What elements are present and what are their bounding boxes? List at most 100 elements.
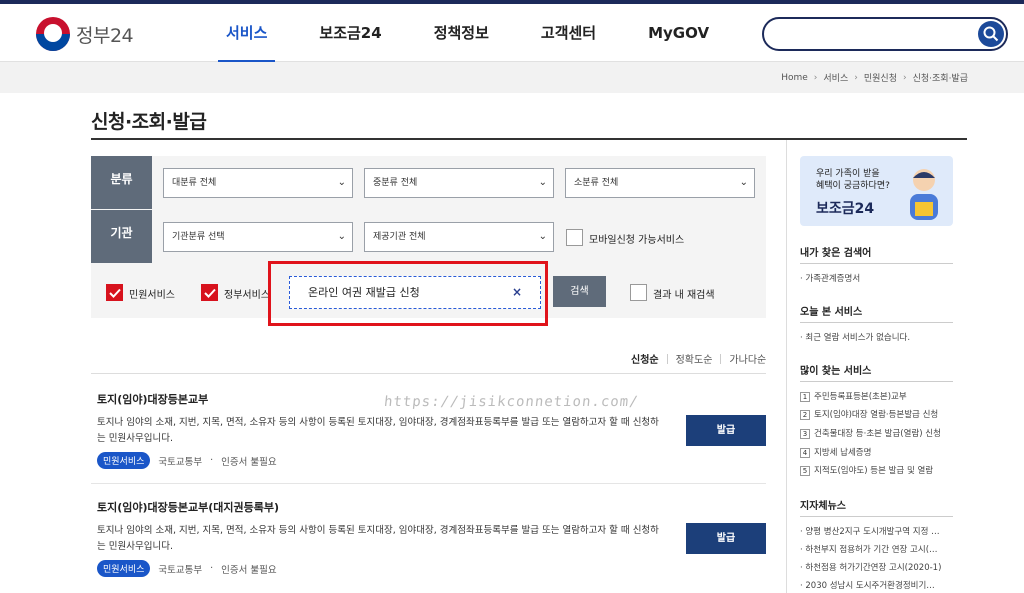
gov-service-label: 정부서비스 [224, 290, 270, 301]
chevron-right-icon: › [854, 72, 858, 83]
divider [666, 353, 668, 364]
popular-item[interactable]: 2 토지(임야)대장 열람·등본발급 신청 [800, 408, 953, 420]
popular-item[interactable]: 1 주민등록표등본(초본)교부 [800, 390, 953, 402]
agency-type-select[interactable]: 기관분류 선택 ⌄ [163, 222, 353, 252]
separator-dot: · [210, 455, 214, 466]
civil-service-checkbox[interactable] [106, 284, 123, 301]
separator-dot: · [210, 563, 214, 574]
breadcrumb-service[interactable]: 서비스 [823, 71, 848, 84]
divider [800, 322, 953, 323]
select-value: 중분류 전체 [373, 178, 418, 188]
nav-mygov[interactable]: MyGOV [622, 4, 735, 62]
agency-label: 기관 [91, 210, 152, 263]
chevron-down-icon: ⌄ [337, 177, 346, 188]
recent-search-heading: 내가 찾은 검색어 [800, 248, 872, 259]
news-item[interactable]: · 양평 병산2지구 도시개발구역 지정 … [800, 525, 953, 537]
popular-item[interactable]: 5 지적도(임야도) 등본 발급 및 열람 [800, 464, 953, 476]
minor-category-select[interactable]: 소분류 전체 ⌄ [565, 168, 755, 198]
header: 정부24 서비스 보조금24 정책정보 고객센터 MyGOV [0, 4, 1024, 63]
popular-item[interactable]: 4 지방세 납세증명 [800, 446, 953, 458]
global-search-input[interactable] [762, 17, 1008, 51]
result-meta: 민원서비스 국토교통부 · 인증서 불필요 [97, 560, 766, 577]
search-query-value: 온라인 여권 재발급 신청 [308, 286, 420, 299]
breadcrumb: Home › 서비스 › 민원신청 › 신청·조회·발급 [781, 62, 968, 93]
chevron-down-icon: ⌄ [739, 177, 748, 188]
result-title[interactable]: 토지(임야)대장등본교부(대지권등록부) [97, 499, 766, 515]
chevron-right-icon: › [813, 72, 818, 83]
select-value: 대분류 전체 [172, 178, 217, 188]
divider [800, 263, 953, 264]
banner-text: 우리 가족이 받을 혜택이 궁금하다면? [816, 169, 890, 191]
search-button[interactable]: 검색 [553, 276, 606, 307]
news-item[interactable]: · 2030 성남시 도시주거환경정비기… [800, 579, 953, 591]
filter-row-agency: 기관 기관분류 선택 ⌄ 제공기관 전체 ⌄ 모바일신청 가능서비스 [91, 210, 766, 264]
news-item[interactable]: · 하천점용 허가기간연장 고시(2020-1) [800, 561, 953, 573]
chevron-down-icon: ⌄ [337, 231, 346, 242]
today-viewed-heading: 오늘 본 서비스 [800, 307, 863, 318]
result-meta: 민원서비스 국토교통부 · 인증서 불필요 [97, 452, 766, 469]
nav-service[interactable]: 서비스 [200, 4, 293, 63]
today-viewed-empty: · 최근 열람 서비스가 없습니다. [800, 333, 911, 343]
taegeuk-logo-icon [36, 17, 70, 51]
chevron-right-icon: › [902, 72, 907, 83]
logo[interactable]: 정부24 [36, 16, 134, 52]
check-icon [204, 288, 216, 298]
logo-text: 정부24 [76, 24, 134, 47]
mobile-label: 모바일신청 가능서비스 [589, 235, 685, 246]
banner-title: 보조금24 [816, 201, 875, 217]
recent-search-item[interactable]: · 가족관계증명서 [800, 272, 953, 284]
category-label: 분류 [91, 156, 152, 209]
subsidy-banner[interactable]: 우리 가족이 받을 혜택이 궁금하다면? 보조금24 [800, 156, 953, 226]
nav-subsidy24[interactable]: 보조금24 [293, 4, 407, 62]
check-icon [109, 288, 121, 298]
chevron-down-icon: ⌄ [538, 177, 547, 188]
middle-category-select[interactable]: 중분류 전체 ⌄ [364, 168, 554, 198]
status-badge: 민원서비스 [97, 560, 151, 577]
result-agency: 국토교통부 [158, 456, 203, 468]
result-cert: 인증서 불필요 [221, 564, 277, 576]
provider-select[interactable]: 제공기관 전체 ⌄ [364, 222, 554, 252]
sort-accuracy[interactable]: 정확도순 [676, 351, 713, 366]
gov-service-checkbox[interactable] [201, 284, 218, 301]
mobile-checkbox[interactable] [566, 229, 583, 246]
page-title: 신청·조회·발급 [91, 111, 207, 133]
civil-service-label: 민원서비스 [129, 290, 175, 301]
chevron-down-icon: ⌄ [538, 231, 547, 242]
clear-icon[interactable]: × [512, 277, 522, 308]
result-agency: 국토교통부 [158, 564, 203, 576]
search-icon[interactable] [978, 21, 1004, 47]
major-category-select[interactable]: 대분류 전체 ⌄ [163, 168, 353, 198]
news-item[interactable]: · 하천부지 점용허가 기간 연장 고시(… [800, 543, 953, 555]
sort-apply[interactable]: 신청순 [631, 351, 659, 366]
result-desc: 토지나 임야의 소재, 지번, 지목, 면적, 소유자 등의 사항이 등록된 토… [97, 417, 659, 444]
status-badge: 민원서비스 [97, 452, 151, 469]
search-query-input[interactable]: 온라인 여권 재발급 신청 × [289, 276, 541, 309]
sort-options: 신청순 정확도순 가나다순 [631, 351, 766, 366]
select-value: 제공기관 전체 [373, 232, 426, 242]
select-value: 소분류 전체 [574, 178, 619, 188]
issue-button[interactable]: 발급 [686, 415, 766, 446]
main-nav: 서비스 보조금24 정책정보 고객센터 MyGOV [200, 4, 735, 63]
breadcrumb-civil[interactable]: 민원신청 [864, 71, 897, 84]
local-news-heading: 지자체뉴스 [800, 501, 846, 512]
breadcrumb-bar: Home › 서비스 › 민원신청 › 신청·조회·발급 [0, 62, 1024, 93]
within-results-checkbox[interactable] [630, 284, 647, 301]
divider [800, 516, 953, 517]
popular-item[interactable]: 3 건축물대장 등·초본 발급(열람) 신청 [800, 427, 953, 439]
divider [800, 381, 953, 382]
sort-alpha[interactable]: 가나다순 [729, 351, 766, 366]
nav-support[interactable]: 고객센터 [515, 4, 622, 62]
breadcrumb-current: 신청·조회·발급 [912, 74, 968, 84]
nav-policy[interactable]: 정책정보 [408, 4, 515, 62]
divider [91, 373, 766, 374]
person-illustration-icon [910, 169, 938, 220]
result-cert: 인증서 불필요 [221, 456, 277, 468]
breadcrumb-home[interactable]: Home [781, 73, 808, 83]
select-value: 기관분류 선택 [172, 232, 225, 242]
divider [720, 353, 722, 364]
divider [91, 483, 766, 484]
popular-heading: 많이 찾는 서비스 [800, 366, 872, 377]
issue-button[interactable]: 발급 [686, 523, 766, 554]
result-item: 토지(임야)대장등본교부(대지권등록부) 토지나 임야의 소재, 지번, 지목,… [91, 499, 766, 577]
watermark: https://jisikconnetion.com/ [383, 394, 640, 410]
